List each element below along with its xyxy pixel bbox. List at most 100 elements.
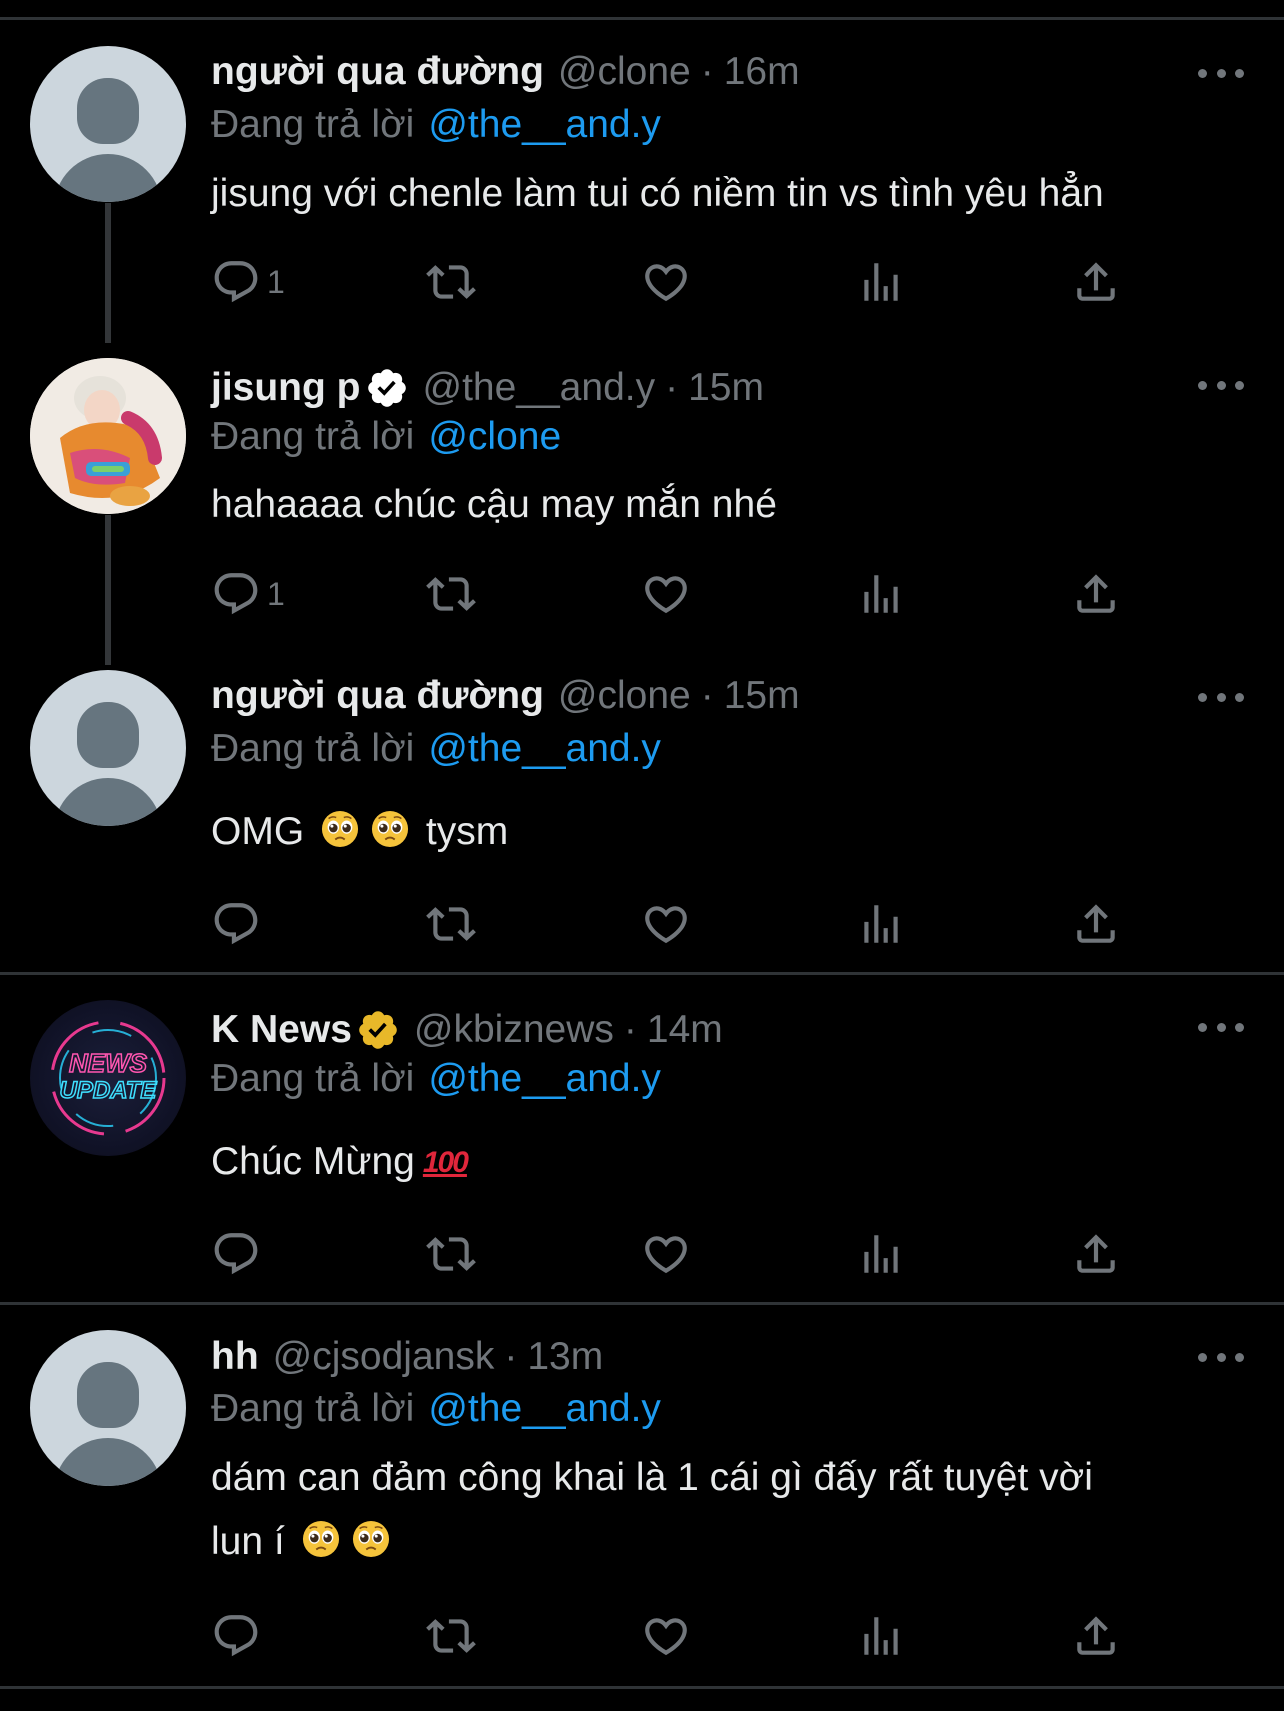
display-name[interactable]: người qua đường (211, 50, 544, 94)
tweet-text: dám can đảm công khai là 1 cái gì đấy rấ… (211, 1446, 1231, 1574)
retweet-icon (426, 899, 476, 949)
reply-icon (211, 1611, 261, 1661)
timestamp[interactable]: 15m (688, 366, 764, 410)
separator: · (504, 1335, 518, 1378)
avatar-default[interactable] (30, 1330, 186, 1486)
reply-button[interactable] (211, 1224, 261, 1284)
like-icon (641, 1611, 691, 1661)
views-icon (856, 257, 906, 307)
handle[interactable]: @clone (558, 50, 691, 94)
tweet-text-part: tysm (425, 810, 509, 853)
views-button[interactable] (856, 252, 906, 312)
like-button[interactable] (641, 252, 691, 312)
action-bar (211, 894, 1161, 954)
action-bar: 1 (211, 564, 1161, 624)
replies-feed: người qua đường @clone · 16m Đang trả lờ… (0, 0, 1284, 1711)
mention-link[interactable]: @the__and.y (428, 103, 661, 147)
mention-link[interactable]: @the__and.y (428, 1387, 661, 1431)
avatar-default[interactable] (30, 46, 186, 202)
mention-link[interactable]: @the__and.y (428, 727, 661, 771)
handle[interactable]: @cjsodjansk (273, 1335, 495, 1379)
avatar-text-news: NEWS (69, 1048, 148, 1078)
views-button[interactable] (856, 564, 906, 624)
like-icon (641, 569, 691, 619)
tweet-text: OMG tysm (211, 800, 1231, 864)
action-bar (211, 1224, 1161, 1284)
retweet-button[interactable] (426, 894, 476, 954)
thread-line (105, 515, 111, 665)
reply-icon (211, 899, 261, 949)
retweet-button[interactable] (426, 564, 476, 624)
separator: · (700, 674, 714, 717)
like-button[interactable] (641, 564, 691, 624)
more-icon[interactable] (1198, 682, 1244, 712)
mention-link[interactable]: @the__and.y (428, 1057, 661, 1101)
divider (0, 1302, 1284, 1305)
tweet-text: Chúc Mừng 100 (211, 1130, 1231, 1195)
share-icon (1071, 569, 1121, 619)
retweet-button[interactable] (426, 1606, 476, 1666)
display-name[interactable]: hh (211, 1335, 259, 1379)
thread-line (105, 203, 111, 343)
replying-to-label: Đang trả lời (211, 1387, 415, 1430)
replying-to: Đang trả lời @clone (211, 412, 561, 462)
reply-button[interactable]: 1 (211, 564, 285, 624)
retweet-button[interactable] (426, 1224, 476, 1284)
action-bar (211, 1606, 1161, 1666)
views-button[interactable] (856, 894, 906, 954)
share-button[interactable] (1071, 1224, 1121, 1284)
like-button[interactable] (641, 1224, 691, 1284)
display-name[interactable]: jisung p (211, 366, 361, 410)
separator: · (623, 1008, 637, 1051)
separator: · (665, 366, 679, 409)
handle[interactable]: @the__and.y (423, 366, 656, 410)
tweet-header: jisung p @the__and.y · 15m (211, 362, 764, 414)
divider (0, 972, 1284, 975)
timestamp[interactable]: 15m (724, 674, 800, 718)
tweet-header: người qua đường @clone · 16m (211, 46, 800, 98)
handle[interactable]: @clone (558, 674, 691, 718)
like-button[interactable] (641, 894, 691, 954)
share-button[interactable] (1071, 252, 1121, 312)
views-icon (856, 1611, 906, 1661)
share-button[interactable] (1071, 1606, 1121, 1666)
more-icon[interactable] (1198, 1342, 1244, 1372)
profile-photo (30, 358, 186, 514)
replying-to: Đang trả lời @the__and.y (211, 1384, 661, 1434)
handle[interactable]: @kbiznews (414, 1008, 614, 1052)
more-icon[interactable] (1198, 1012, 1244, 1042)
more-icon[interactable] (1198, 58, 1244, 88)
share-button[interactable] (1071, 564, 1121, 624)
mention-link[interactable]: @clone (428, 415, 561, 459)
like-button[interactable] (641, 1606, 691, 1666)
tweet-text-part: lun í (211, 1520, 285, 1563)
share-button[interactable] (1071, 894, 1121, 954)
share-icon (1071, 899, 1121, 949)
tweet-text: hahaaaa chúc cậu may mắn nhé (211, 483, 777, 526)
reply-icon (211, 1229, 261, 1279)
tweet-text: jisung với chenle làm tui có niềm tin vs… (211, 172, 1104, 215)
reply-button[interactable] (211, 1606, 261, 1666)
news-update-logo: NEWS UPDATE (50, 1020, 166, 1136)
replying-to-label: Đang trả lời (211, 1057, 415, 1100)
views-button[interactable] (856, 1224, 906, 1284)
share-icon (1071, 257, 1121, 307)
display-name[interactable]: K News (211, 1008, 352, 1052)
tweet-text-line: dám can đảm công khai là 1 cái gì đấy rấ… (211, 1456, 1093, 1499)
retweet-icon (426, 1611, 476, 1661)
avatar-jisung[interactable] (30, 358, 186, 514)
retweet-button[interactable] (426, 252, 476, 312)
timestamp[interactable]: 14m (647, 1008, 723, 1052)
timestamp[interactable]: 16m (724, 50, 800, 94)
display-name[interactable]: người qua đường (211, 674, 544, 718)
timestamp[interactable]: 13m (527, 1335, 603, 1379)
reply-icon (211, 569, 261, 619)
reply-button[interactable]: 1 (211, 252, 285, 312)
hundred-points-emoji-icon: 100 (422, 1146, 469, 1179)
reply-button[interactable] (211, 894, 261, 954)
reply-count: 1 (267, 575, 285, 612)
avatar-default[interactable] (30, 670, 186, 826)
more-icon[interactable] (1198, 370, 1244, 400)
avatar-news-update[interactable]: NEWS UPDATE (30, 1000, 186, 1156)
views-button[interactable] (856, 1606, 906, 1666)
